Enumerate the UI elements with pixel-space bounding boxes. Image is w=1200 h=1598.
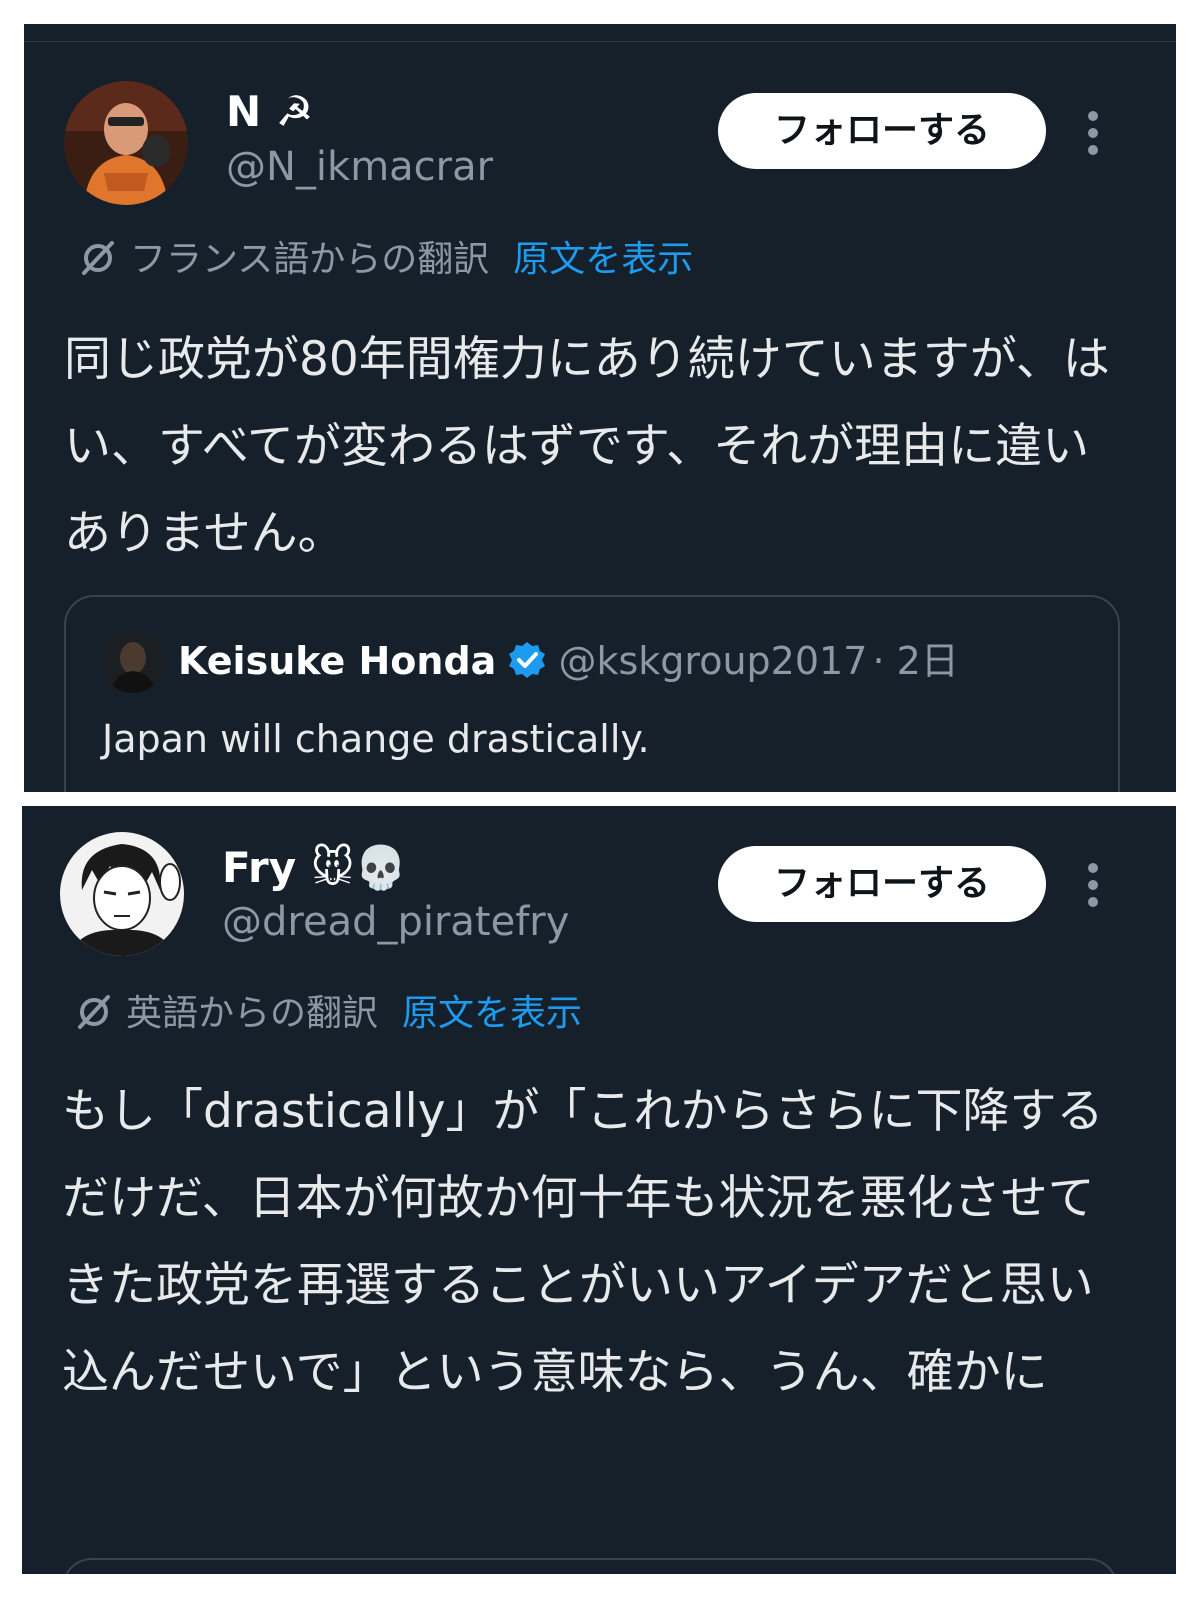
quote-text: Japan will change drastically. — [102, 717, 650, 761]
handle[interactable]: @N_ikmacrar — [226, 143, 493, 191]
avatar-image — [60, 832, 184, 956]
handle[interactable]: @dread_piratefry — [222, 898, 569, 946]
translation-row: フランス語からの翻訳 原文を表示 — [78, 237, 693, 282]
show-original-link[interactable]: 原文を表示 — [513, 239, 693, 280]
tweet-card-2[interactable]: Fry 🐭💀 @dread_piratefry フォローする 英語からの翻訳 原文… — [22, 806, 1176, 1574]
tweet-card-1[interactable]: N ☭ @N_ikmacrar フォローする フランス語からの翻訳 原文を表示 同… — [24, 24, 1176, 792]
display-name[interactable]: N ☭ — [226, 87, 313, 137]
display-name[interactable]: Fry 🐭💀 — [222, 843, 407, 893]
divider — [24, 41, 1176, 42]
quote-display-name[interactable]: Keisuke Honda — [178, 639, 496, 683]
quoted-tweet[interactable]: Keisuke Honda @kskgroup2017 · 2日 Japan w… — [64, 595, 1120, 792]
follow-button[interactable]: フォローする — [718, 846, 1046, 922]
translate-icon — [78, 995, 110, 1029]
translation-label: 英語からの翻訳 — [126, 993, 379, 1034]
quote-handle[interactable]: @kskgroup2017 — [559, 639, 868, 683]
translation-row: 英語からの翻訳 原文を表示 — [74, 991, 582, 1036]
avatar[interactable] — [64, 81, 188, 205]
translate-icon — [82, 241, 114, 275]
verified-badge-icon — [509, 642, 546, 678]
tweet-text: もし「drastically」が「これからさらに下降するだけだ、日本が何故か何十… — [62, 1084, 1104, 1400]
translation-label: フランス語からの翻訳 — [130, 239, 490, 280]
avatar-image — [64, 81, 188, 205]
tweet-text: 同じ政党が80年間権力にあり続けていますが、はい、すべてが変わるはずです、それが… — [64, 332, 1110, 561]
quote-header: Keisuke Honda @kskgroup2017 · 2日 — [178, 635, 959, 695]
follow-button[interactable]: フォローする — [718, 93, 1046, 169]
quote-avatar[interactable] — [102, 631, 164, 693]
quoted-tweet[interactable] — [62, 1558, 1118, 1574]
more-options-icon[interactable] — [1078, 856, 1108, 916]
more-options-icon[interactable] — [1078, 104, 1108, 164]
quote-time[interactable]: · 2日 — [872, 639, 958, 683]
show-original-link[interactable]: 原文を表示 — [402, 993, 582, 1034]
avatar[interactable] — [60, 832, 184, 956]
